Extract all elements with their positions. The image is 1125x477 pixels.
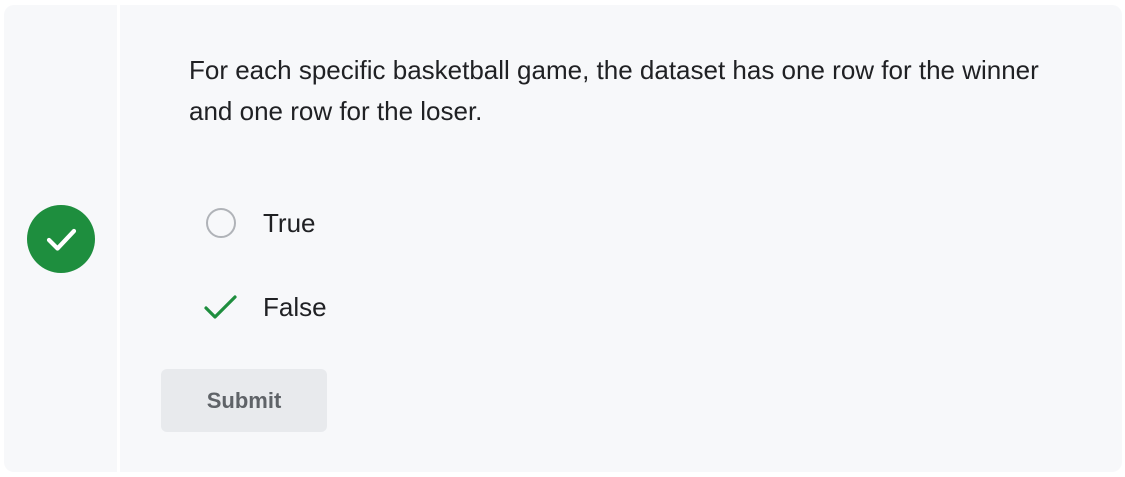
radio-unselected-icon[interactable] (206, 208, 236, 238)
option-label: False (263, 292, 327, 322)
option-false[interactable]: False (201, 285, 327, 329)
option-true[interactable]: True (201, 201, 316, 245)
question-text: For each specific basketball game, the d… (189, 55, 1039, 126)
correct-status-icon (27, 205, 95, 273)
option-label: True (263, 208, 316, 238)
correct-check-icon (202, 288, 240, 326)
submit-button[interactable]: Submit (161, 369, 327, 432)
checkmark-icon (46, 228, 77, 251)
status-column-divider (117, 5, 120, 472)
quiz-question-card: For each specific basketball game, the d… (4, 5, 1122, 472)
